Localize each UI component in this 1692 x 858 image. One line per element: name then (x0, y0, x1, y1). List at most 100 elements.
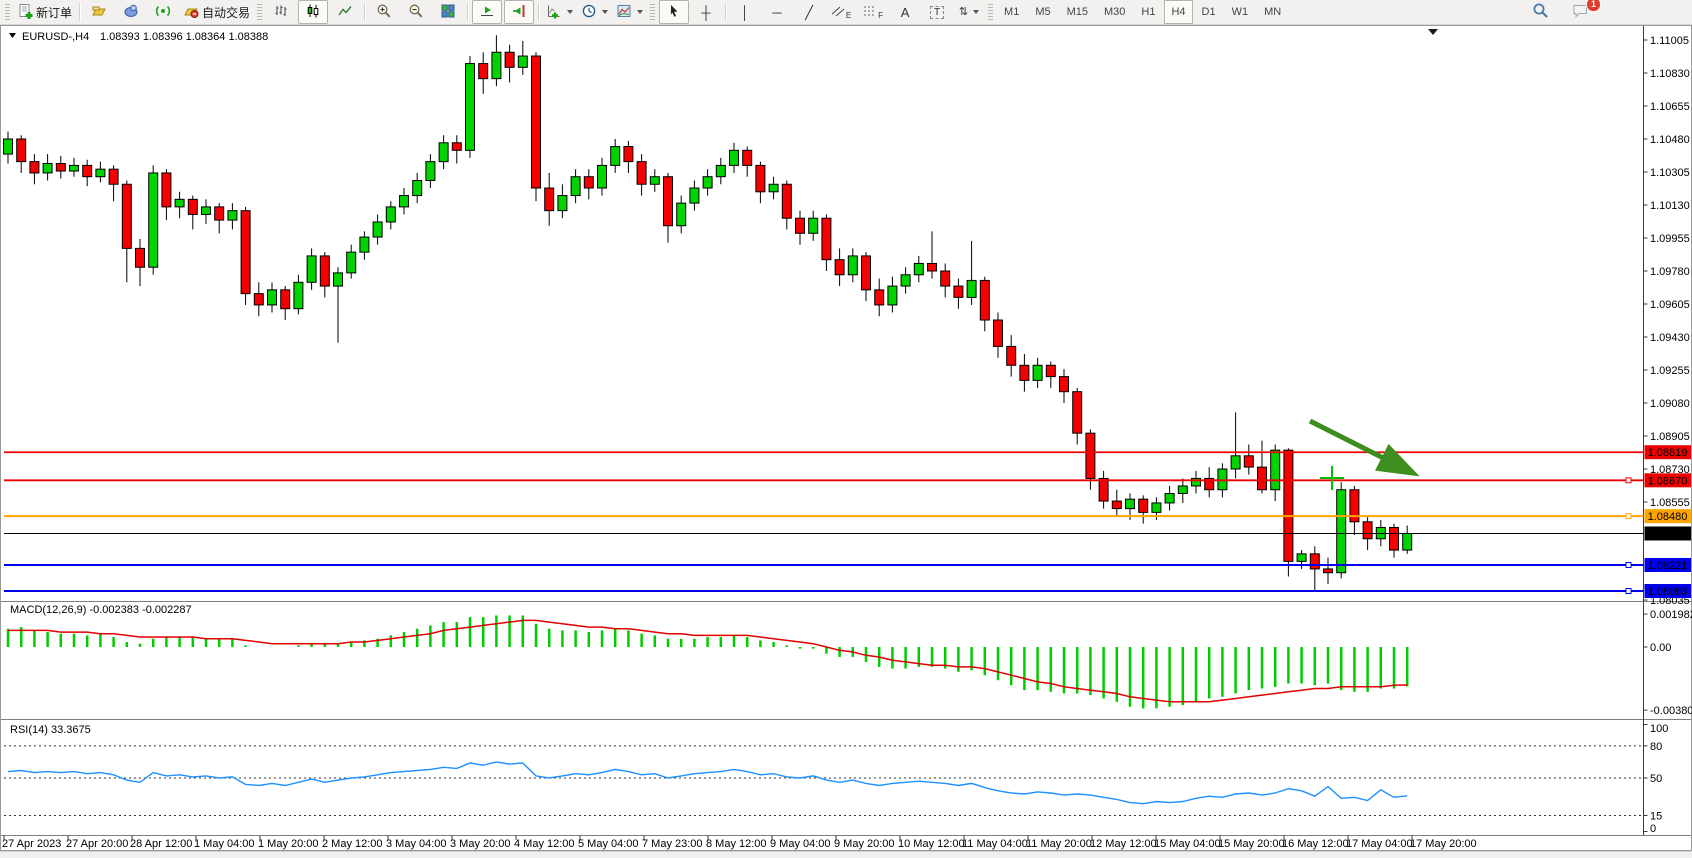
toolbar-right-group: 1 (1524, 0, 1596, 24)
dropdown-caret-icon (567, 10, 573, 14)
auto-trading-button[interactable]: 自动交易 (180, 0, 253, 24)
tile-windows-button[interactable] (433, 0, 463, 24)
line-chart-button[interactable] (330, 0, 360, 24)
svg-text:27 Apr 2023: 27 Apr 2023 (2, 838, 61, 850)
svg-text:1 May 20:00: 1 May 20:00 (258, 838, 319, 850)
candle (928, 263, 937, 271)
chart-canvas[interactable]: EURUSD-,H4 1.08393 1.08396 1.08364 1.083… (0, 0, 1692, 857)
candle (215, 207, 224, 220)
quick-trade-toggle-icon[interactable] (9, 33, 16, 38)
chart-title-ohlc: 1.08393 1.08396 1.08364 1.08388 (100, 31, 268, 43)
macd-pane: 0.0019820.00-0.003804 (8, 609, 1692, 717)
svg-text:1.11005: 1.11005 (1650, 35, 1689, 47)
svg-text:28 Apr 12:00: 28 Apr 12:00 (130, 838, 192, 850)
rsi-indicator-label: RSI(14) 33.3675 (10, 724, 91, 736)
candle (888, 286, 897, 305)
candlestick-chart-button[interactable] (298, 0, 328, 24)
equidistant-channel-button[interactable]: E (826, 0, 856, 24)
candle (1086, 433, 1095, 478)
date-axis[interactable]: 27 Apr 202327 Apr 20:0028 Apr 12:001 May… (2, 836, 1477, 851)
candle (202, 207, 211, 215)
bar-chart-icon (273, 3, 289, 22)
arrows-icon: ⇅ (959, 7, 968, 18)
timeframe-button-M30[interactable]: M30 (1097, 0, 1132, 24)
toolbar-grip[interactable] (988, 4, 993, 20)
templates-icon (616, 3, 632, 22)
vertical-line-button[interactable]: │ (730, 0, 760, 24)
cross-marker-annotation[interactable] (1320, 466, 1344, 490)
trend-arrow-annotation[interactable] (1310, 421, 1413, 473)
candle (875, 290, 884, 305)
candle (796, 218, 805, 233)
candle (1337, 490, 1346, 573)
cursor-button[interactable] (659, 0, 689, 24)
timeframe-button-H1[interactable]: H1 (1134, 0, 1162, 24)
indicators-button[interactable] (543, 0, 576, 24)
candle (228, 211, 237, 220)
svg-text:1.09255: 1.09255 (1650, 365, 1690, 377)
zoom-in-button[interactable] (369, 0, 399, 24)
svg-text:1.10130: 1.10130 (1650, 200, 1690, 212)
svg-text:10 May 12:00: 10 May 12:00 (898, 838, 965, 850)
timeframe-button-MN[interactable]: MN (1257, 0, 1288, 24)
svg-text:1.09780: 1.09780 (1650, 266, 1690, 278)
market-watch-button[interactable] (116, 0, 146, 24)
timeframe-button-M1[interactable]: M1 (997, 0, 1026, 24)
svg-text:15: 15 (1650, 810, 1662, 822)
candle (136, 248, 145, 267)
candle (466, 64, 475, 151)
text-button[interactable]: A (890, 0, 920, 24)
svg-text:1.08670: 1.08670 (1648, 475, 1688, 487)
candle (598, 165, 607, 188)
svg-text:1 May 04:00: 1 May 04:00 (194, 838, 255, 850)
periods-button[interactable] (578, 0, 611, 24)
timeframe-button-D1[interactable]: D1 (1195, 0, 1223, 24)
new-order-button[interactable]: 新订单 (14, 0, 75, 24)
horizontal-line-icon: ─ (772, 6, 781, 19)
templates-button[interactable] (613, 0, 646, 24)
trendline-button[interactable]: ╱ (794, 0, 824, 24)
candle (347, 252, 356, 273)
crosshair-button[interactable]: ┼ (691, 0, 721, 24)
fibonacci-button[interactable]: F (858, 0, 888, 24)
candle (584, 177, 593, 188)
candle (1231, 456, 1240, 469)
trendline-icon: ╱ (805, 6, 813, 19)
svg-text:3 May 20:00: 3 May 20:00 (450, 838, 511, 850)
candle (1020, 365, 1029, 380)
arrows-button[interactable]: ⇅ (954, 0, 984, 24)
search-button[interactable] (1525, 0, 1555, 24)
toolbar-grip[interactable] (5, 4, 10, 20)
candle (980, 280, 989, 320)
chart-profile-button[interactable] (84, 0, 114, 24)
chart-shift-button[interactable] (504, 0, 534, 24)
candle (809, 218, 818, 233)
candle (1218, 469, 1227, 490)
timeframe-button-W1[interactable]: W1 (1225, 0, 1256, 24)
candle (1007, 346, 1016, 365)
timeframe-button-M15[interactable]: M15 (1060, 0, 1095, 24)
chart-shift-marker-icon[interactable] (1428, 29, 1438, 35)
timeframe-button-M5[interactable]: M5 (1028, 0, 1057, 24)
navigator-button[interactable] (148, 0, 178, 24)
svg-text:0: 0 (1650, 823, 1656, 835)
text-label-button[interactable]: T (922, 0, 952, 24)
toolbar-separator (538, 3, 539, 21)
cursor-icon (666, 3, 682, 22)
timeframe-button-H4[interactable]: H4 (1164, 0, 1192, 24)
candle (1403, 533, 1412, 550)
svg-text:8 May 12:00: 8 May 12:00 (706, 838, 767, 850)
horizontal-line-button[interactable]: ─ (762, 0, 792, 24)
chat-button[interactable]: 1 (1565, 0, 1595, 24)
svg-text:4 May 12:00: 4 May 12:00 (514, 838, 575, 850)
candle (1271, 450, 1280, 490)
bar-chart-button[interactable] (266, 0, 296, 24)
candle (400, 196, 409, 207)
zoom-out-button[interactable] (401, 0, 431, 24)
auto-scroll-button[interactable] (472, 0, 502, 24)
toolbar-grip[interactable] (650, 4, 655, 20)
auto-trading-label: 自动交易 (202, 4, 250, 21)
level-lines[interactable]: 1.088191.086701.084801.083881.082211.080… (4, 445, 1691, 598)
toolbar-grip[interactable] (257, 4, 262, 20)
candle (30, 162, 39, 173)
